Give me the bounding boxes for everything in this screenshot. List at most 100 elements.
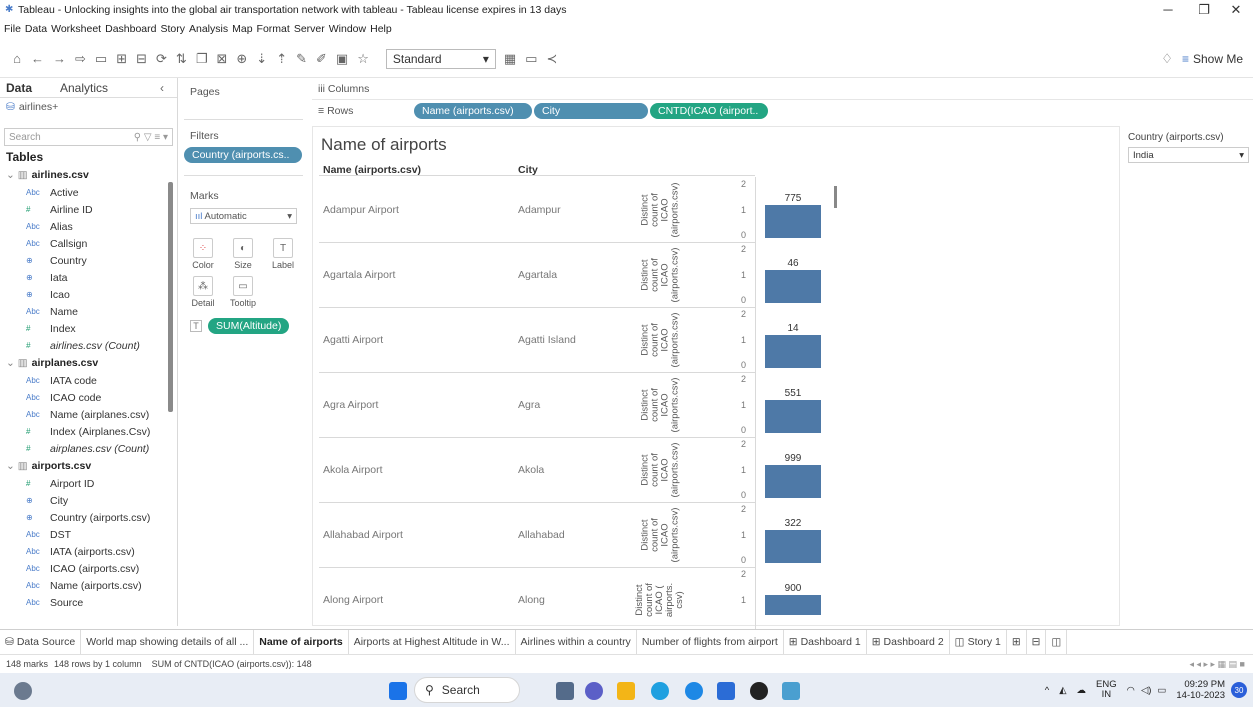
save-icon[interactable]: ▭	[95, 51, 107, 67]
field-item[interactable]: # Airline ID	[0, 201, 177, 218]
field-item[interactable]: # airlines.csv (Count)	[0, 337, 177, 354]
mark-type-select[interactable]: ııl Automatic ▾	[190, 208, 297, 224]
menu-window[interactable]: Window	[329, 23, 366, 35]
menu-story[interactable]: Story	[160, 23, 185, 35]
bar-mark[interactable]	[765, 205, 821, 238]
fit-select[interactable]: Standard ▾	[385, 48, 496, 69]
detail-button[interactable]: ⁂ Detail	[190, 276, 216, 308]
chrome-icon[interactable]	[685, 682, 703, 700]
new-worksheet-icon[interactable]: ⊟	[136, 51, 147, 67]
wifi-icon[interactable]: ◠	[1127, 685, 1135, 696]
field-item[interactable]: ⊕ Country (airports.csv)	[0, 509, 177, 526]
row-pill-name[interactable]: Name (airports.csv)	[414, 103, 532, 119]
menu-help[interactable]: Help	[370, 23, 392, 35]
taskbar-search[interactable]: ⚲ Search	[414, 677, 520, 703]
tooltip-button[interactable]: ▭ Tooltip	[230, 276, 256, 308]
duplicate-icon[interactable]: ❐	[196, 51, 208, 67]
redo-icon[interactable]: →	[53, 51, 66, 66]
pages-card[interactable]: Pages	[184, 80, 303, 120]
menu-worksheet[interactable]: Worksheet	[51, 23, 101, 35]
replay-icon[interactable]: ⇨	[75, 51, 86, 67]
field-item[interactable]: Abc IATA (airports.csv)	[0, 543, 177, 560]
city-cell[interactable]: Agatti Island	[518, 334, 576, 346]
field-item[interactable]: ⊕ Iata	[0, 269, 177, 286]
size-button[interactable]: ◐ Size	[230, 238, 256, 270]
tab-flights-from-airport[interactable]: Number of flights from airport	[637, 629, 784, 655]
pen-icon[interactable]: ✐	[316, 51, 327, 67]
field-item[interactable]: Abc DST	[0, 526, 177, 543]
row-pill-city[interactable]: City	[534, 103, 648, 119]
tab-name-of-airports[interactable]: Name of airports	[254, 629, 349, 655]
menu-server[interactable]: Server	[294, 23, 325, 35]
pin-icon[interactable]: ☆	[357, 51, 369, 67]
tab-data-source[interactable]: ⛁ Data Source	[0, 629, 82, 655]
weather-icon[interactable]	[14, 682, 32, 700]
menu-format[interactable]: Format	[257, 23, 290, 35]
tab-analytics[interactable]: Analytics	[60, 81, 160, 95]
app-icon[interactable]	[750, 682, 768, 700]
field-item[interactable]: # Airport ID	[0, 475, 177, 492]
field-item[interactable]: Abc Active	[0, 184, 177, 201]
field-item[interactable]: ⊕ Icao	[0, 286, 177, 303]
sort-desc-icon[interactable]: ⇡	[276, 51, 287, 67]
airport-name-cell[interactable]: Allahabad Airport	[323, 529, 403, 541]
tab-highest-altitude[interactable]: Airports at Highest Altitude in W...	[349, 629, 516, 655]
tray-app-icon[interactable]: ◭	[1059, 685, 1066, 696]
battery-icon[interactable]: ▭	[1157, 685, 1166, 696]
country-filter-select[interactable]: India ▾	[1128, 147, 1249, 163]
edge-icon[interactable]	[651, 682, 669, 700]
notification-badge[interactable]: 30	[1231, 682, 1247, 698]
field-item[interactable]: # airplanes.csv (Count)	[0, 440, 177, 457]
close-button[interactable]: ✕	[1218, 0, 1253, 20]
field-item[interactable]: Abc Source	[0, 594, 177, 611]
field-item[interactable]: Abc ICAO code	[0, 389, 177, 406]
city-cell[interactable]: Allahabad	[518, 529, 565, 541]
swap-icon[interactable]: ⇅	[176, 51, 187, 67]
store-icon[interactable]	[717, 682, 735, 700]
field-item[interactable]: ⊕ Country	[0, 252, 177, 269]
new-worksheet-tab[interactable]: ⊞	[1007, 629, 1027, 655]
marks-pill-altitude[interactable]: SUM(Altitude)	[208, 318, 290, 334]
show-cards-icon[interactable]: ▦	[504, 51, 516, 67]
tableau-taskbar-icon[interactable]	[782, 682, 800, 700]
bar-mark[interactable]	[765, 335, 821, 368]
bar-mark[interactable]	[765, 400, 821, 433]
presentation-icon[interactable]: ▭	[525, 51, 537, 67]
airport-name-cell[interactable]: Agatti Airport	[323, 334, 383, 346]
table-header[interactable]: ⌄ ▥ airplanes.csv	[0, 354, 177, 372]
tab-dashboard-1[interactable]: ⊞ Dashboard 1	[784, 629, 867, 655]
field-item[interactable]: ⊕ City	[0, 492, 177, 509]
field-item[interactable]: Abc Callsign	[0, 235, 177, 252]
filters-card[interactable]: Filters Country (airports.cs..	[184, 124, 303, 176]
columns-shelf[interactable]: iii Columns	[312, 78, 1253, 100]
field-item[interactable]: Abc Name (airports.csv)	[0, 577, 177, 594]
undo-icon[interactable]: ←	[31, 51, 44, 66]
clear-icon[interactable]: ⊠	[216, 51, 227, 67]
row-pill-cntd-icao[interactable]: CNTD(ICAO (airport..	[650, 103, 768, 119]
start-icon[interactable]	[389, 682, 407, 700]
color-button[interactable]: ⁘ Color	[190, 238, 216, 270]
menu-analysis[interactable]: Analysis	[189, 23, 228, 35]
label-button[interactable]: T Label	[270, 238, 296, 270]
taskview-icon[interactable]	[556, 682, 574, 700]
teams-icon[interactable]	[585, 682, 603, 700]
pin-toolbar-icon[interactable]: ♢	[1161, 51, 1173, 67]
city-cell[interactable]: Along	[518, 594, 545, 606]
new-datasource-icon[interactable]: ⊞	[116, 51, 127, 67]
city-cell[interactable]: Agartala	[518, 269, 557, 281]
bar-mark[interactable]	[765, 530, 821, 563]
highlight-icon[interactable]: ✎	[296, 51, 307, 67]
tab-dashboard-2[interactable]: ⊞ Dashboard 2	[867, 629, 950, 655]
airport-name-cell[interactable]: Adampur Airport	[323, 204, 399, 216]
menu-map[interactable]: Map	[232, 23, 252, 35]
collapse-pane-icon[interactable]: ‹	[160, 81, 164, 95]
tray-chevron-icon[interactable]: ^	[1045, 685, 1049, 696]
view-scrollbar[interactable]	[834, 186, 837, 208]
restore-button[interactable]: ❐	[1186, 0, 1222, 20]
new-story-tab[interactable]: ◫	[1046, 629, 1068, 655]
field-item[interactable]: Abc Name (airplanes.csv)	[0, 406, 177, 423]
tab-data[interactable]: Data	[0, 81, 60, 95]
data-pane-scrollbar[interactable]	[168, 182, 173, 412]
menu-file[interactable]: File	[4, 23, 21, 35]
tab-world-map[interactable]: World map showing details of all ...	[81, 629, 255, 655]
